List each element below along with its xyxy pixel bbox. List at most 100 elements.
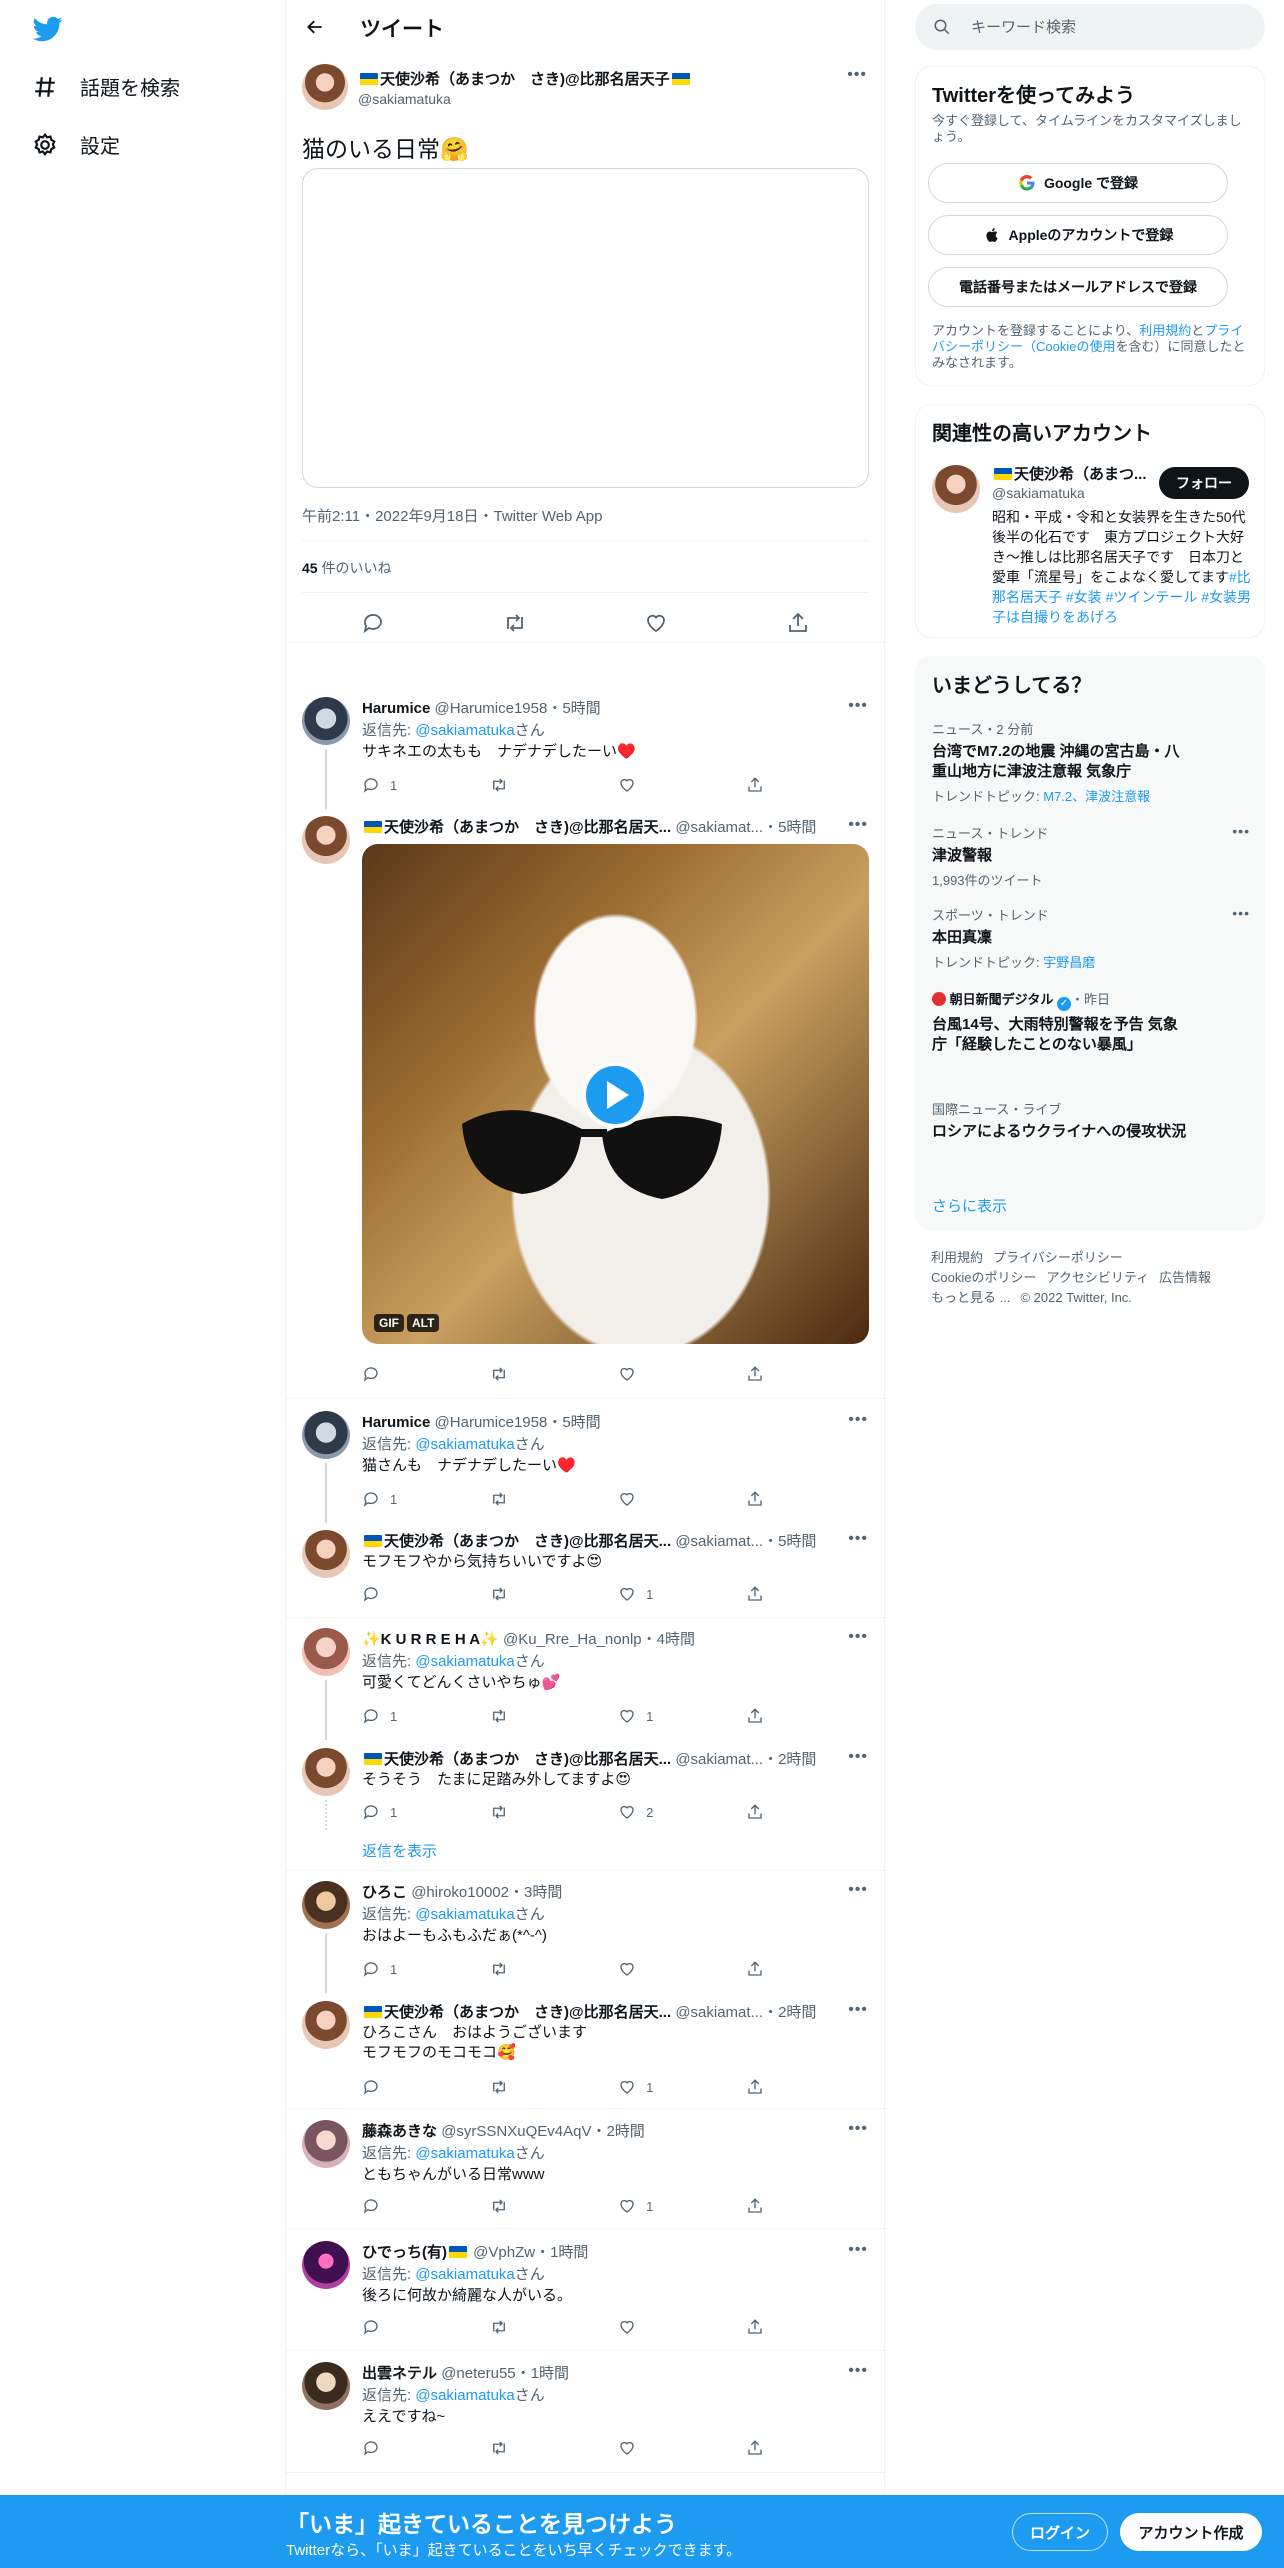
tweet-time[interactable]: ・1時間	[535, 2244, 588, 2261]
retweet-action[interactable]	[490, 1706, 618, 1726]
retweet-action[interactable]	[490, 1959, 618, 1979]
reply-tweet[interactable]: Harumice @Harumice1958・5時間 返信先: @sakiama…	[286, 1411, 886, 1523]
retweet-action[interactable]	[490, 1802, 618, 1822]
reply-tweet[interactable]: 天使沙希（あまつか さき)@比那名居天... @sakiamat...・2時間 …	[286, 1748, 886, 1830]
play-button[interactable]	[582, 1062, 648, 1128]
user-name[interactable]: 天使沙希（あまつか さき)@比那名居天...	[384, 1751, 671, 1768]
search-input[interactable]	[971, 7, 1251, 47]
reply-to-link[interactable]: @sakiamatuka	[415, 1653, 514, 1670]
user-handle[interactable]: @sakiamat...	[675, 2004, 763, 2021]
avatar[interactable]	[302, 2362, 350, 2410]
user-handle[interactable]: @neteru55	[441, 2365, 515, 2382]
more-options-icon[interactable]: •••	[1232, 905, 1250, 921]
phone-email-signup-button[interactable]: 電話番号またはメールアドレスで登録	[928, 267, 1228, 307]
show-replies-link[interactable]: 返信を表示	[362, 1840, 437, 1861]
google-signup-button[interactable]: Google で登録	[928, 163, 1228, 203]
tweet-time[interactable]: ・2時間	[763, 1751, 816, 1768]
show-more-link[interactable]: さらに表示	[932, 1195, 1007, 1216]
reply-to-link[interactable]: @sakiamatuka	[415, 2145, 514, 2162]
trend-topic-link[interactable]: M7.2、津波注意報	[1043, 789, 1150, 804]
tweet-time[interactable]: ・3時間	[509, 1884, 562, 1901]
like-action[interactable]: 1	[618, 2196, 746, 2216]
terms-link[interactable]: 利用規約	[1139, 323, 1191, 338]
avatar[interactable]	[302, 1411, 350, 1459]
footer-link[interactable]: もっと見る ...	[931, 1290, 1010, 1305]
focus-user-handle[interactable]: @sakiamatuka	[358, 91, 692, 107]
user-name[interactable]: 天使沙希（あまつか さき)@比那名居天...	[384, 1533, 671, 1550]
nav-settings[interactable]: 設定	[32, 130, 120, 159]
user-name[interactable]: ひろこ	[362, 1884, 407, 1901]
more-options-icon[interactable]: •••	[848, 1411, 868, 1429]
retweet-action[interactable]	[490, 2196, 618, 2216]
back-button[interactable]	[300, 12, 330, 42]
user-name[interactable]: ひでっち(有)	[362, 2244, 447, 2261]
retweet-action[interactable]	[490, 2077, 618, 2097]
more-options-icon[interactable]: •••	[847, 66, 867, 84]
like-action[interactable]: 1	[618, 2077, 746, 2097]
reply-tweet[interactable]: Harumice @Harumice1958・5時間 返信先: @sakiama…	[286, 697, 886, 809]
user-name[interactable]: Harumice	[362, 1414, 430, 1431]
retweet-action[interactable]	[490, 775, 618, 795]
reply-to-link[interactable]: @sakiamatuka	[415, 1906, 514, 1923]
user-handle[interactable]: @Ku_Rre_Ha_nonlp	[503, 1631, 642, 1648]
trend-item[interactable]: ニュース・トレンド 津波警報 1,993件のツイート •••	[932, 823, 1250, 889]
like-action[interactable]	[618, 1364, 746, 1384]
more-options-icon[interactable]: •••	[848, 2001, 868, 2019]
more-options-icon[interactable]: •••	[1232, 823, 1250, 839]
avatar[interactable]	[302, 1748, 350, 1796]
avatar[interactable]	[302, 816, 350, 864]
retweet-action[interactable]	[490, 1364, 618, 1384]
reply-tweet[interactable]: 天使沙希（あまつか さき)@比那名居天... @sakiamat...・5時間 …	[286, 816, 886, 1386]
more-options-icon[interactable]: •••	[848, 1628, 868, 1646]
like-action[interactable]: 1	[618, 1584, 746, 1604]
avatar[interactable]	[932, 465, 980, 513]
twitter-logo-icon[interactable]	[32, 14, 64, 44]
reply-action[interactable]: 1	[362, 775, 490, 795]
retweet-action[interactable]	[490, 1584, 618, 1604]
tweet-time[interactable]: ・5時間	[763, 819, 816, 836]
more-options-icon[interactable]: •••	[848, 697, 868, 715]
avatar[interactable]	[302, 1881, 350, 1929]
like-action[interactable]	[618, 1959, 746, 1979]
reply-tweet[interactable]: 天使沙希（あまつか さき)@比那名居天... @sakiamat...・2時間 …	[286, 2001, 886, 2101]
signup-button[interactable]: アカウント作成	[1120, 2513, 1262, 2551]
avatar[interactable]	[302, 2241, 350, 2289]
reply-tweet[interactable]: 出雲ネテル @neteru55・1時間 返信先: @sakiamatukaさん …	[286, 2362, 886, 2462]
tweet-media-placeholder[interactable]	[302, 168, 869, 488]
more-options-icon[interactable]: •••	[848, 1881, 868, 1899]
user-handle[interactable]: @sakiamat...	[675, 819, 763, 836]
reply-to-link[interactable]: @sakiamatuka	[415, 722, 514, 739]
share-action[interactable]	[746, 1802, 782, 1822]
trend-item[interactable]: スポーツ・トレンド 本田真凜 トレンドトピック: 宇野昌磨 •••	[932, 905, 1250, 971]
follow-button[interactable]: フォロー	[1159, 467, 1249, 499]
reply-action[interactable]	[362, 2077, 490, 2097]
like-action[interactable]	[618, 2317, 746, 2337]
nav-explore[interactable]: 話題を検索	[32, 72, 180, 101]
user-handle[interactable]: @sakiamat...	[675, 1751, 763, 1768]
relevant-user-name[interactable]: 天使沙希（あまつ...	[992, 463, 1152, 484]
retweet-action[interactable]	[490, 1489, 618, 1509]
reply-action[interactable]: 1	[362, 1489, 490, 1509]
reply-action[interactable]	[362, 2196, 490, 2216]
share-action[interactable]	[746, 1584, 782, 1604]
footer-link[interactable]: Cookieのポリシー	[931, 1270, 1036, 1285]
reply-action[interactable]: 1	[362, 1959, 490, 1979]
avatar[interactable]	[302, 697, 350, 745]
tweet-time[interactable]: ・2時間	[591, 2123, 644, 2140]
tweet-time[interactable]: ・5時間	[763, 1533, 816, 1550]
trend-item[interactable]: 朝日新聞デジタル ✓ ・昨日 台風14号、大雨特別警報を予告 気象庁「経験したこと…	[932, 989, 1250, 1055]
like-action[interactable]: 2	[618, 1802, 746, 1822]
avatar[interactable]	[302, 1530, 350, 1578]
more-options-icon[interactable]: •••	[848, 2241, 868, 2259]
user-name[interactable]: Harumice	[362, 700, 430, 717]
tweet-time[interactable]: ・4時間	[642, 1631, 695, 1648]
reply-action[interactable]	[362, 1364, 490, 1384]
trend-item[interactable]: ニュース・2 分前 台湾でM7.2の地震 沖縄の宮古島・八重山地方に津波注意報 …	[932, 719, 1250, 805]
footer-link[interactable]: アクセシビリティ	[1046, 1270, 1149, 1285]
trend-topic-link[interactable]: 宇野昌磨	[1043, 955, 1095, 970]
reply-tweet[interactable]: ひでっち(有) @VphZw・1時間 返信先: @sakiamatukaさん 後…	[286, 2241, 886, 2341]
login-button[interactable]: ログイン	[1012, 2513, 1108, 2551]
footer-link[interactable]: 利用規約	[931, 1250, 983, 1265]
like-action[interactable]: 1	[618, 1706, 746, 1726]
reply-tweet[interactable]: ひろこ @hiroko10002・3時間 返信先: @sakiamatukaさん…	[286, 1881, 886, 1993]
